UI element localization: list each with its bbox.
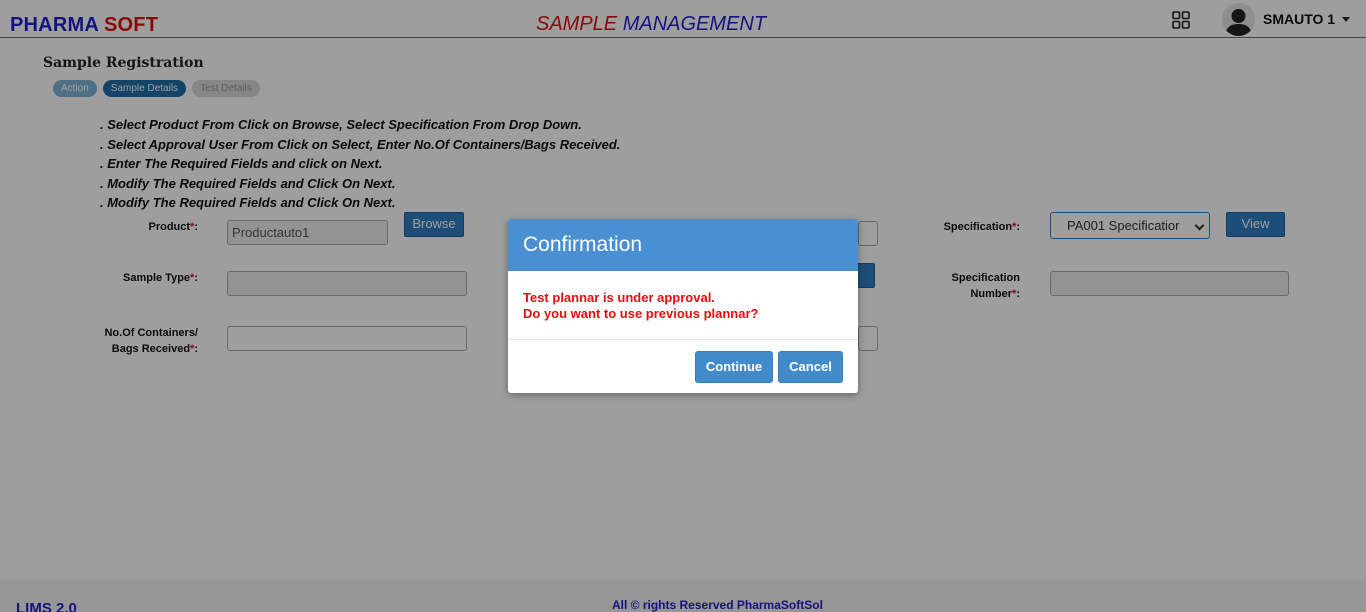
continue-button[interactable]: Continue: [695, 351, 773, 383]
dialog-body: Test plannar is under approval. Do you w…: [508, 271, 858, 340]
confirmation-dialog: Confirmation Test plannar is under appro…: [508, 219, 858, 393]
dialog-title: Confirmation: [508, 219, 858, 271]
cancel-button[interactable]: Cancel: [778, 351, 843, 383]
dialog-message-line2: Do you want to use previous plannar?: [523, 306, 759, 321]
dialog-message-line1: Test plannar is under approval.: [523, 290, 715, 305]
